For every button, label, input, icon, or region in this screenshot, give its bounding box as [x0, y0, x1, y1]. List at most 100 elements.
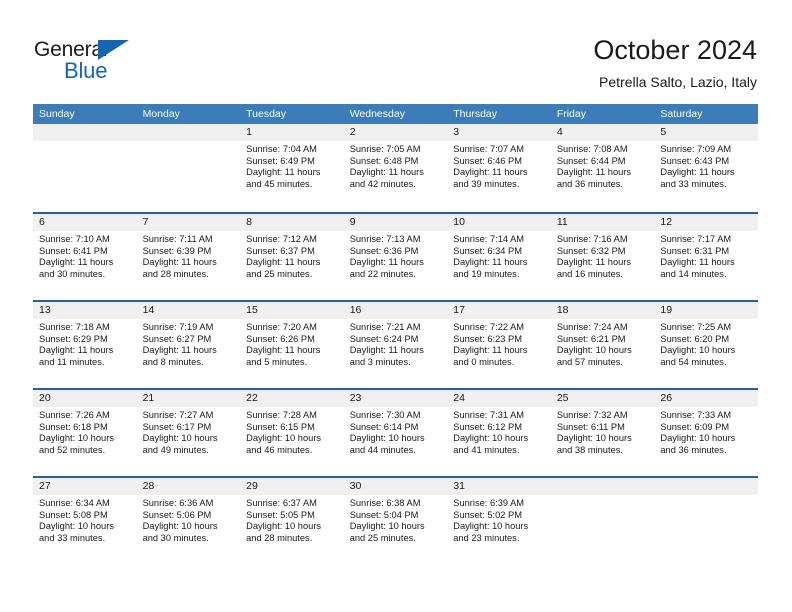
- day-info: Sunrise: 7:24 AM Sunset: 6:21 PM Dayligh…: [551, 319, 655, 368]
- calendar-grid: Sunday Monday Tuesday Wednesday Thursday…: [33, 104, 758, 564]
- daylight-text-line1: Daylight: 11 hours: [246, 167, 321, 178]
- weekday-header-monday: Monday: [142, 108, 180, 120]
- daylight-text-line1: Daylight: 10 hours: [349, 521, 425, 532]
- daylight-text-line1: Daylight: 10 hours: [39, 433, 114, 444]
- week-row: 27 Sunrise: 6:34 AM Sunset: 5:08 PM Dayl…: [33, 476, 758, 564]
- sunrise-text: Sunrise: 7:10 AM: [39, 234, 110, 244]
- sunrise-text: Sunrise: 7:27 AM: [142, 410, 214, 420]
- daylight-text-line1: Daylight: 10 hours: [556, 433, 632, 444]
- daylight-text-line2: and 44 minutes.: [349, 444, 416, 455]
- sunset-text: Sunset: 6:48 PM: [349, 155, 419, 166]
- brand-logo[interactable]: General Blue: [34, 38, 164, 83]
- day-cell[interactable]: 16 Sunrise: 7:21 AM Sunset: 6:24 PM Dayl…: [343, 302, 448, 388]
- day-cell[interactable]: 27 Sunrise: 6:34 AM Sunset: 5:08 PM Dayl…: [33, 478, 137, 564]
- sunset-text: Sunset: 5:05 PM: [246, 509, 315, 520]
- sunrise-text: Sunrise: 6:38 AM: [349, 498, 421, 508]
- day-info: Sunrise: 7:20 AM Sunset: 6:26 PM Dayligh…: [240, 319, 344, 368]
- daylight-text-line1: Daylight: 10 hours: [660, 433, 736, 444]
- day-cell[interactable]: 14 Sunrise: 7:19 AM Sunset: 6:27 PM Dayl…: [136, 302, 241, 388]
- day-cell[interactable]: 8 Sunrise: 7:12 AM Sunset: 6:37 PM Dayli…: [240, 214, 344, 300]
- weekday-header-row: Sunday Monday Tuesday Wednesday Thursday…: [33, 104, 758, 124]
- day-cell: [33, 124, 137, 210]
- daylight-text-line1: Daylight: 10 hours: [453, 433, 529, 444]
- day-cell[interactable]: 4 Sunrise: 7:08 AM Sunset: 6:44 PM Dayli…: [550, 124, 655, 210]
- day-cell[interactable]: 9 Sunrise: 7:13 AM Sunset: 6:36 PM Dayli…: [343, 214, 448, 300]
- day-cell[interactable]: 25 Sunrise: 7:32 AM Sunset: 6:11 PM Dayl…: [550, 390, 655, 476]
- day-cell[interactable]: 23 Sunrise: 7:30 AM Sunset: 6:14 PM Dayl…: [343, 390, 448, 476]
- day-cell[interactable]: 26 Sunrise: 7:33 AM Sunset: 6:09 PM Dayl…: [654, 390, 758, 476]
- day-cell[interactable]: 12 Sunrise: 7:17 AM Sunset: 6:31 PM Dayl…: [654, 214, 758, 300]
- sunset-text: Sunset: 5:04 PM: [349, 509, 419, 520]
- day-number: [33, 124, 137, 141]
- daylight-text-line2: and 36 minutes.: [660, 444, 727, 455]
- day-cell[interactable]: 17 Sunrise: 7:22 AM Sunset: 6:23 PM Dayl…: [447, 302, 551, 388]
- day-cell[interactable]: 2 Sunrise: 7:05 AM Sunset: 6:48 PM Dayli…: [343, 124, 448, 210]
- day-info: Sunrise: 7:11 AM Sunset: 6:39 PM Dayligh…: [137, 231, 241, 280]
- day-cell[interactable]: 19 Sunrise: 7:25 AM Sunset: 6:20 PM Dayl…: [654, 302, 758, 388]
- daylight-text-line2: and 16 minutes.: [556, 268, 623, 279]
- day-number: 3: [447, 124, 551, 141]
- sunset-text: Sunset: 6:27 PM: [142, 333, 212, 344]
- day-cell[interactable]: 3 Sunrise: 7:07 AM Sunset: 6:46 PM Dayli…: [447, 124, 551, 210]
- day-cell[interactable]: 21 Sunrise: 7:27 AM Sunset: 6:17 PM Dayl…: [136, 390, 241, 476]
- day-cell[interactable]: 30 Sunrise: 6:38 AM Sunset: 5:04 PM Dayl…: [343, 478, 448, 564]
- day-cell[interactable]: 7 Sunrise: 7:11 AM Sunset: 6:39 PM Dayli…: [136, 214, 241, 300]
- day-number: 16: [343, 302, 448, 319]
- day-number: 6: [33, 214, 137, 231]
- sunset-text: Sunset: 5:08 PM: [39, 509, 108, 520]
- day-cell[interactable]: 20 Sunrise: 7:26 AM Sunset: 6:18 PM Dayl…: [33, 390, 137, 476]
- day-cell[interactable]: 1 Sunrise: 7:04 AM Sunset: 6:49 PM Dayli…: [240, 124, 344, 210]
- daylight-text-line2: and 14 minutes.: [660, 268, 727, 279]
- sunrise-text: Sunrise: 7:32 AM: [556, 410, 628, 420]
- day-info: Sunrise: 7:17 AM Sunset: 6:31 PM Dayligh…: [654, 231, 758, 280]
- day-cell[interactable]: 22 Sunrise: 7:28 AM Sunset: 6:15 PM Dayl…: [240, 390, 344, 476]
- daylight-text-line2: and 28 minutes.: [246, 532, 313, 543]
- daylight-text-line1: Daylight: 11 hours: [556, 167, 632, 178]
- daylight-text-line2: and 33 minutes.: [660, 178, 727, 189]
- day-number: 1: [240, 124, 344, 141]
- day-number: 13: [33, 302, 137, 319]
- sunset-text: Sunset: 6:14 PM: [349, 421, 419, 432]
- daylight-text-line1: Daylight: 10 hours: [349, 433, 425, 444]
- day-cell[interactable]: 13 Sunrise: 7:18 AM Sunset: 6:29 PM Dayl…: [33, 302, 137, 388]
- day-cell[interactable]: 28 Sunrise: 6:36 AM Sunset: 5:06 PM Dayl…: [136, 478, 241, 564]
- day-cell[interactable]: 29 Sunrise: 6:37 AM Sunset: 5:05 PM Dayl…: [240, 478, 344, 564]
- day-info: Sunrise: 6:34 AM Sunset: 5:08 PM Dayligh…: [33, 495, 137, 544]
- day-number: 11: [550, 214, 655, 231]
- sunset-text: Sunset: 6:32 PM: [556, 245, 626, 256]
- day-number: 18: [550, 302, 655, 319]
- day-cell[interactable]: 15 Sunrise: 7:20 AM Sunset: 6:26 PM Dayl…: [240, 302, 344, 388]
- daylight-text-line2: and 49 minutes.: [142, 444, 209, 455]
- day-info: Sunrise: 7:25 AM Sunset: 6:20 PM Dayligh…: [654, 319, 758, 368]
- day-number: 4: [550, 124, 655, 141]
- page-title: October 2024: [593, 35, 757, 65]
- day-cell[interactable]: 11 Sunrise: 7:16 AM Sunset: 6:32 PM Dayl…: [550, 214, 655, 300]
- sunset-text: Sunset: 6:12 PM: [453, 421, 522, 432]
- weekday-header-sunday: Sunday: [39, 108, 75, 120]
- day-number: 15: [240, 302, 344, 319]
- sunset-text: Sunset: 6:26 PM: [246, 333, 315, 344]
- day-cell: [654, 478, 758, 564]
- daylight-text-line1: Daylight: 11 hours: [39, 345, 114, 356]
- day-number: 2: [343, 124, 448, 141]
- day-cell[interactable]: 18 Sunrise: 7:24 AM Sunset: 6:21 PM Dayl…: [550, 302, 655, 388]
- sunrise-text: Sunrise: 7:24 AM: [556, 322, 628, 332]
- sunset-text: Sunset: 5:06 PM: [142, 509, 212, 520]
- day-number: 26: [654, 390, 758, 407]
- day-cell[interactable]: 31 Sunrise: 6:39 AM Sunset: 5:02 PM Dayl…: [447, 478, 551, 564]
- day-info: Sunrise: 7:26 AM Sunset: 6:18 PM Dayligh…: [33, 407, 137, 456]
- day-cell[interactable]: 10 Sunrise: 7:14 AM Sunset: 6:34 PM Dayl…: [447, 214, 551, 300]
- day-cell[interactable]: 24 Sunrise: 7:31 AM Sunset: 6:12 PM Dayl…: [447, 390, 551, 476]
- day-cell: [550, 478, 655, 564]
- sunset-text: Sunset: 6:20 PM: [660, 333, 730, 344]
- day-info: Sunrise: 7:21 AM Sunset: 6:24 PM Dayligh…: [344, 319, 448, 368]
- day-info: [551, 495, 655, 498]
- daylight-text-line2: and 0 minutes.: [453, 356, 515, 367]
- day-cell[interactable]: 5 Sunrise: 7:09 AM Sunset: 6:43 PM Dayli…: [654, 124, 758, 210]
- daylight-text-line2: and 41 minutes.: [453, 444, 520, 455]
- day-cell[interactable]: 6 Sunrise: 7:10 AM Sunset: 6:41 PM Dayli…: [33, 214, 137, 300]
- sunrise-text: Sunrise: 7:16 AM: [556, 234, 628, 244]
- day-number: 10: [447, 214, 551, 231]
- sunset-text: Sunset: 6:31 PM: [660, 245, 730, 256]
- day-info: Sunrise: 7:14 AM Sunset: 6:34 PM Dayligh…: [447, 231, 551, 280]
